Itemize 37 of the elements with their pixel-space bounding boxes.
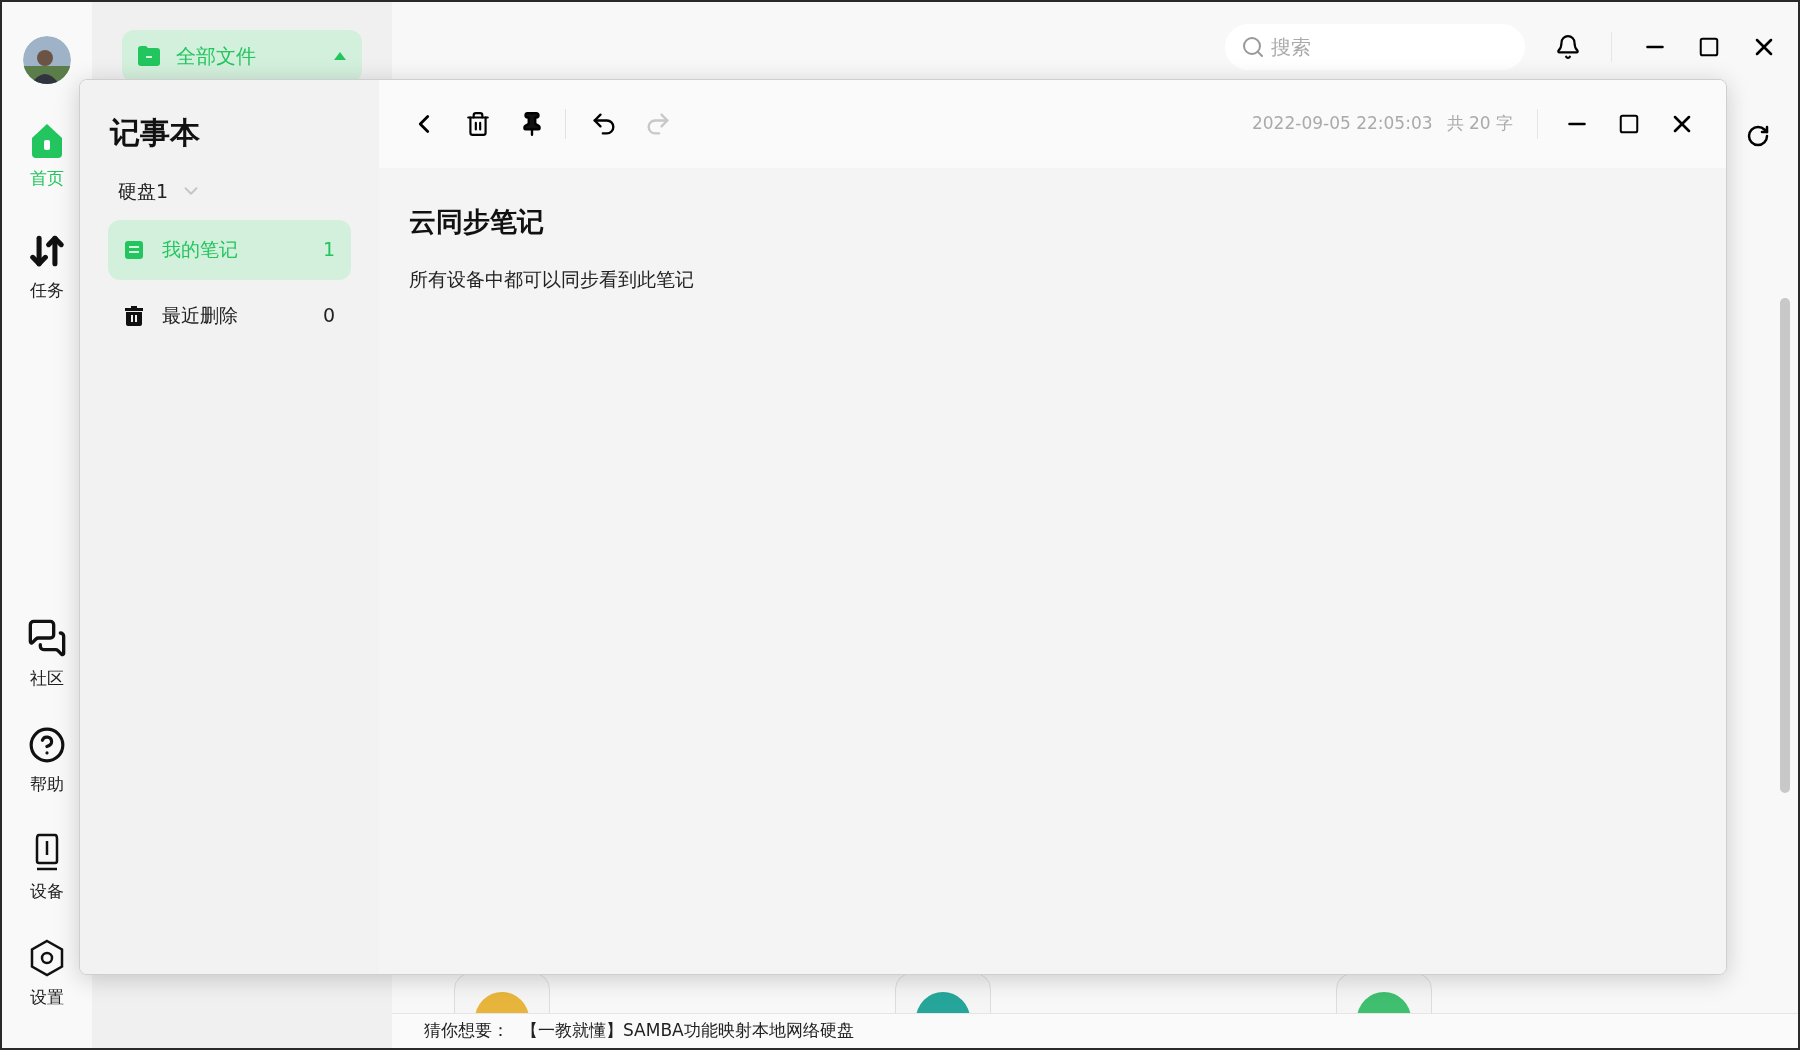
disk-selector[interactable]: 硬盘1 [118, 177, 203, 206]
timestamp: 2022-09-05 22:05:03 [1252, 112, 1433, 136]
settings-icon [29, 938, 65, 977]
scrollbar[interactable] [1780, 298, 1790, 793]
avatar[interactable] [23, 36, 71, 84]
folder-count: 1 [322, 237, 335, 263]
delete-icon[interactable] [465, 111, 491, 137]
notification-icon[interactable] [1555, 34, 1581, 60]
suggestion-label: 猜你想要： [424, 1019, 509, 1043]
notepad-title: 记事本 [110, 114, 201, 152]
help-icon [28, 725, 66, 764]
trash-icon [124, 304, 144, 327]
note-editor[interactable]: 云同步笔记 所有设备中都可以同步看到此笔记 [379, 168, 1726, 974]
nav-item[interactable]: 设置 [29, 938, 65, 1010]
search-icon [1241, 35, 1265, 59]
note-title: 云同步笔记 [409, 205, 545, 239]
folder-name: 我的笔记 [162, 237, 239, 263]
folder-icon [138, 46, 160, 66]
nav-item[interactable]: 社区 [27, 618, 67, 692]
folder-name: 最近删除 [162, 303, 239, 329]
folder-item[interactable]: 最近删除 0 [108, 285, 351, 346]
chat-icon [27, 618, 67, 658]
note-body: 所有设备中都可以同步看到此笔记 [409, 266, 695, 292]
word-count: 共 20 字 [1446, 112, 1513, 136]
nav-item[interactable]: 设备 [30, 831, 64, 905]
refresh-icon[interactable] [1746, 124, 1770, 148]
caret-icon [334, 52, 346, 60]
home-icon [30, 122, 64, 158]
maximize-icon[interactable] [1698, 36, 1720, 58]
maximize-icon[interactable] [1618, 113, 1640, 135]
disk-name: 硬盘1 [118, 179, 169, 204]
search-field[interactable]: 搜索 [1225, 24, 1525, 70]
nav-item[interactable]: 帮助 [28, 725, 66, 797]
folder-count: 0 [322, 303, 335, 329]
suggestion-link[interactable]: 【一教就懂】SAMBA功能映射本地网络硬盘 [521, 1018, 854, 1044]
nav-item[interactable]: 任务 [28, 231, 66, 303]
note-icon [124, 239, 144, 260]
